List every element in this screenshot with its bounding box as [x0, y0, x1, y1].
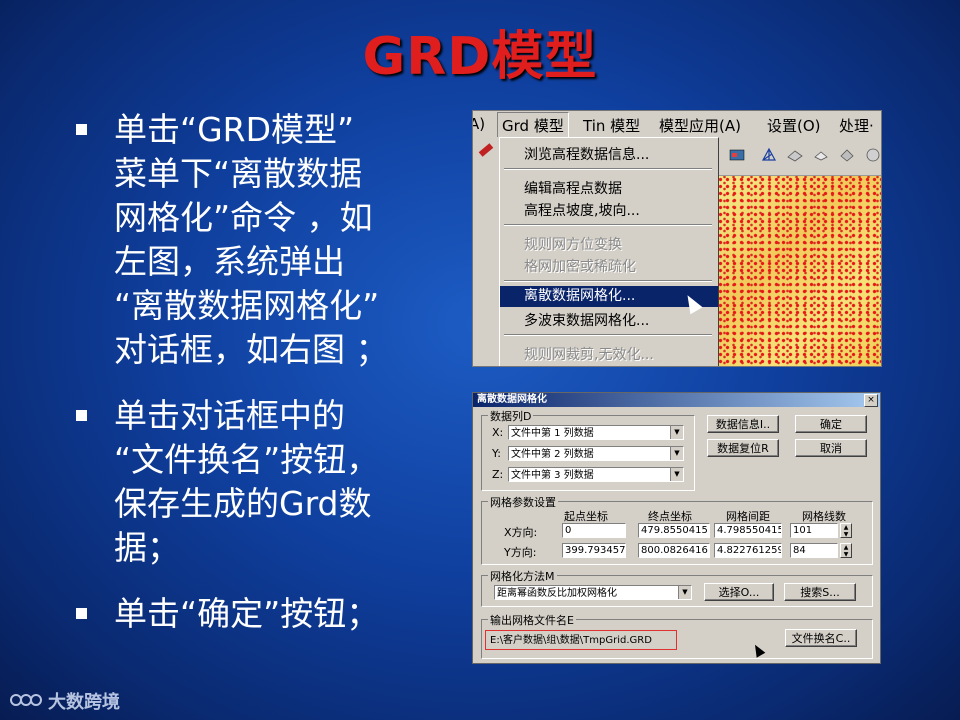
- menu-screenshot: A) Grd 模型 Tin 模型 模型应用(A) 设置(O) 处理· 浏览高程数…: [472, 110, 882, 367]
- chevron-down-icon[interactable]: ▼: [678, 586, 691, 599]
- menu-item-browse-elevation-info[interactable]: 浏览高程数据信息...: [524, 144, 649, 164]
- solid-icon[interactable]: [813, 147, 829, 163]
- slide-title: GRD模型: [362, 27, 598, 87]
- y-lines-spinner[interactable]: ▲ ▼: [840, 543, 852, 558]
- grid-lines-header: 网格线数: [802, 510, 846, 523]
- menu-item-slope-aspect[interactable]: 高程点坡度,坡向...: [524, 200, 640, 220]
- output-filename-field[interactable]: E:\客户数据\组\数据\TmpGrid.GRD: [485, 630, 677, 650]
- menu-item-grid-clip[interactable]: 规则网裁剪,无效化...: [524, 344, 654, 364]
- bullet-text: 单击“确定”按钮；: [114, 594, 380, 633]
- bullet-square-icon: [76, 410, 87, 421]
- x-column-value: 文件中第 1 列数据: [511, 428, 594, 439]
- triangle-net-icon[interactable]: [761, 147, 777, 163]
- menu-separator: [504, 224, 712, 226]
- bullet-text: 单击“GRD模型” 菜单下“离散数据 网格化”命令 ，如 左图，系统弹出 “离散…: [114, 110, 389, 369]
- chevron-down-icon[interactable]: ▼: [670, 468, 683, 481]
- grid-params-label: 网格参数设置: [488, 494, 558, 510]
- x-column-select[interactable]: 文件中第 1 列数据 ▼: [508, 425, 684, 440]
- menu-process[interactable]: 处理·: [839, 115, 874, 136]
- grid-params-group: 网格参数设置 起点坐标 终点坐标 网格间距 网格线数 X方向: 0 479.85…: [481, 494, 873, 565]
- x-label: X:: [492, 426, 504, 439]
- menubar: A) Grd 模型 Tin 模型 模型应用(A) 设置(O) 处理·: [473, 111, 881, 139]
- data-column-group: 数据列D X: 文件中第 1 列数据 ▼ Y: 文件中第 2 列数据 ▼ Z: 文件…: [481, 408, 695, 491]
- watermark-logo: 大数跨境: [10, 688, 120, 714]
- z-column-value: 文件中第 3 列数据: [511, 470, 594, 481]
- menu-item-grid-densify[interactable]: 格网加密或稀疏化: [524, 256, 636, 276]
- pen-icon[interactable]: [478, 143, 494, 157]
- data-reset-button[interactable]: 数据复位R: [707, 439, 779, 457]
- grid-spacing-header: 网格间距: [726, 510, 770, 523]
- y-label: Y:: [492, 447, 501, 460]
- z-label: Z:: [492, 468, 504, 481]
- map-toolbar: [717, 137, 881, 176]
- bullet-list: 单击“GRD模型” 菜单下“离散数据 网格化”命令 ，如 左图，系统弹出 “离散…: [74, 108, 444, 658]
- surface-icon[interactable]: [787, 147, 803, 163]
- start-coord-header: 起点坐标: [564, 510, 608, 523]
- left-toolbar: [473, 137, 500, 366]
- bullet-item: 单击对话框中的 “文件换名”按钮， 保存生成的Grd数 据；: [74, 394, 444, 570]
- y-spacing-field[interactable]: 4.822761259: [714, 543, 782, 558]
- select-button[interactable]: 选择O...: [704, 583, 774, 601]
- menu-item-multibeam-gridding[interactable]: 多波束数据网格化...: [524, 310, 649, 330]
- bullet-item: 单击“GRD模型” 菜单下“离散数据 网格化”命令 ，如 左图，系统弹出 “离散…: [74, 108, 444, 372]
- x-lines-spinner[interactable]: ▲ ▼: [840, 523, 852, 538]
- y-lines-field[interactable]: 84: [790, 543, 838, 558]
- close-icon[interactable]: ×: [864, 394, 878, 407]
- menu-separator: [504, 168, 712, 170]
- dialog-title: 离散数据网格化: [473, 393, 880, 407]
- ok-button[interactable]: 确定: [795, 415, 867, 433]
- y-column-value: 文件中第 2 列数据: [511, 449, 594, 460]
- discrete-gridding-dialog: 离散数据网格化 × 数据列D X: 文件中第 1 列数据 ▼ Y: 文件中第 2 …: [472, 392, 881, 664]
- chevron-down-icon[interactable]: ▼: [670, 426, 683, 439]
- bullet-item: 单击“确定”按钮；: [74, 592, 444, 636]
- end-coord-header: 终点坐标: [648, 510, 692, 523]
- bullet-square-icon: [76, 124, 87, 135]
- data-info-button[interactable]: 数据信息I..: [707, 415, 779, 433]
- gridding-method-select[interactable]: 距离幂函数反比加权网格化 ▼: [494, 585, 692, 600]
- gridding-method-label: 网格化方法M: [488, 568, 557, 584]
- globe-icon[interactable]: [865, 147, 881, 163]
- output-file-label: 输出网格文件名E: [488, 612, 576, 628]
- menu-tin-model[interactable]: Tin 模型: [583, 115, 640, 136]
- logo-icon: [10, 692, 42, 710]
- bullet-square-icon: [76, 608, 87, 619]
- menu-grd-model[interactable]: Grd 模型: [497, 112, 569, 139]
- menu-item-grid-orientation[interactable]: 规则网方位变换: [524, 234, 622, 254]
- x-lines-field[interactable]: 101: [790, 523, 838, 538]
- z-column-select[interactable]: 文件中第 3 列数据 ▼: [508, 467, 684, 482]
- map-icon[interactable]: [729, 147, 745, 163]
- logo-text: 大数跨境: [48, 692, 120, 713]
- rename-file-button[interactable]: 文件换名C..: [785, 629, 857, 647]
- data-column-label: 数据列D: [488, 408, 534, 424]
- chevron-down-icon[interactable]: ▼: [670, 447, 683, 460]
- menu-settings[interactable]: 设置(O): [767, 115, 821, 136]
- gridding-method-group: 网格化方法M 距离幂函数反比加权网格化 ▼ 选择O... 搜索S...: [481, 568, 873, 607]
- gridding-method-value: 距离幂函数反比加权网格化: [497, 588, 617, 599]
- bullet-text: 单击对话框中的 “文件换名”按钮， 保存生成的Grd数 据；: [114, 396, 380, 567]
- menu-model-apply[interactable]: 模型应用(A): [659, 115, 741, 136]
- menu-partial[interactable]: A): [473, 115, 485, 133]
- y-direction-label: Y方向:: [504, 546, 537, 559]
- menu-separator: [504, 334, 712, 336]
- menu-item-edit-elevation-points[interactable]: 编辑高程点数据: [524, 178, 622, 198]
- y-start-field[interactable]: 399.7934570: [562, 543, 626, 558]
- y-end-field[interactable]: 800.0826416: [638, 543, 710, 558]
- dem-map-view[interactable]: [717, 176, 881, 366]
- x-start-field[interactable]: 0: [562, 523, 626, 538]
- x-direction-label: X方向:: [504, 526, 538, 539]
- menu-separator: [504, 280, 712, 282]
- x-end-field[interactable]: 479.8550415: [638, 523, 710, 538]
- y-column-select[interactable]: 文件中第 2 列数据 ▼: [508, 446, 684, 461]
- grd-model-dropdown: 浏览高程数据信息... 编辑高程点数据 高程点坡度,坡向... 规则网方位变换 …: [499, 137, 719, 366]
- x-spacing-field[interactable]: 4.798550415: [714, 523, 782, 538]
- cancel-button[interactable]: 取消: [795, 439, 867, 457]
- surface2-icon[interactable]: [839, 147, 855, 163]
- search-button[interactable]: 搜索S...: [784, 583, 856, 601]
